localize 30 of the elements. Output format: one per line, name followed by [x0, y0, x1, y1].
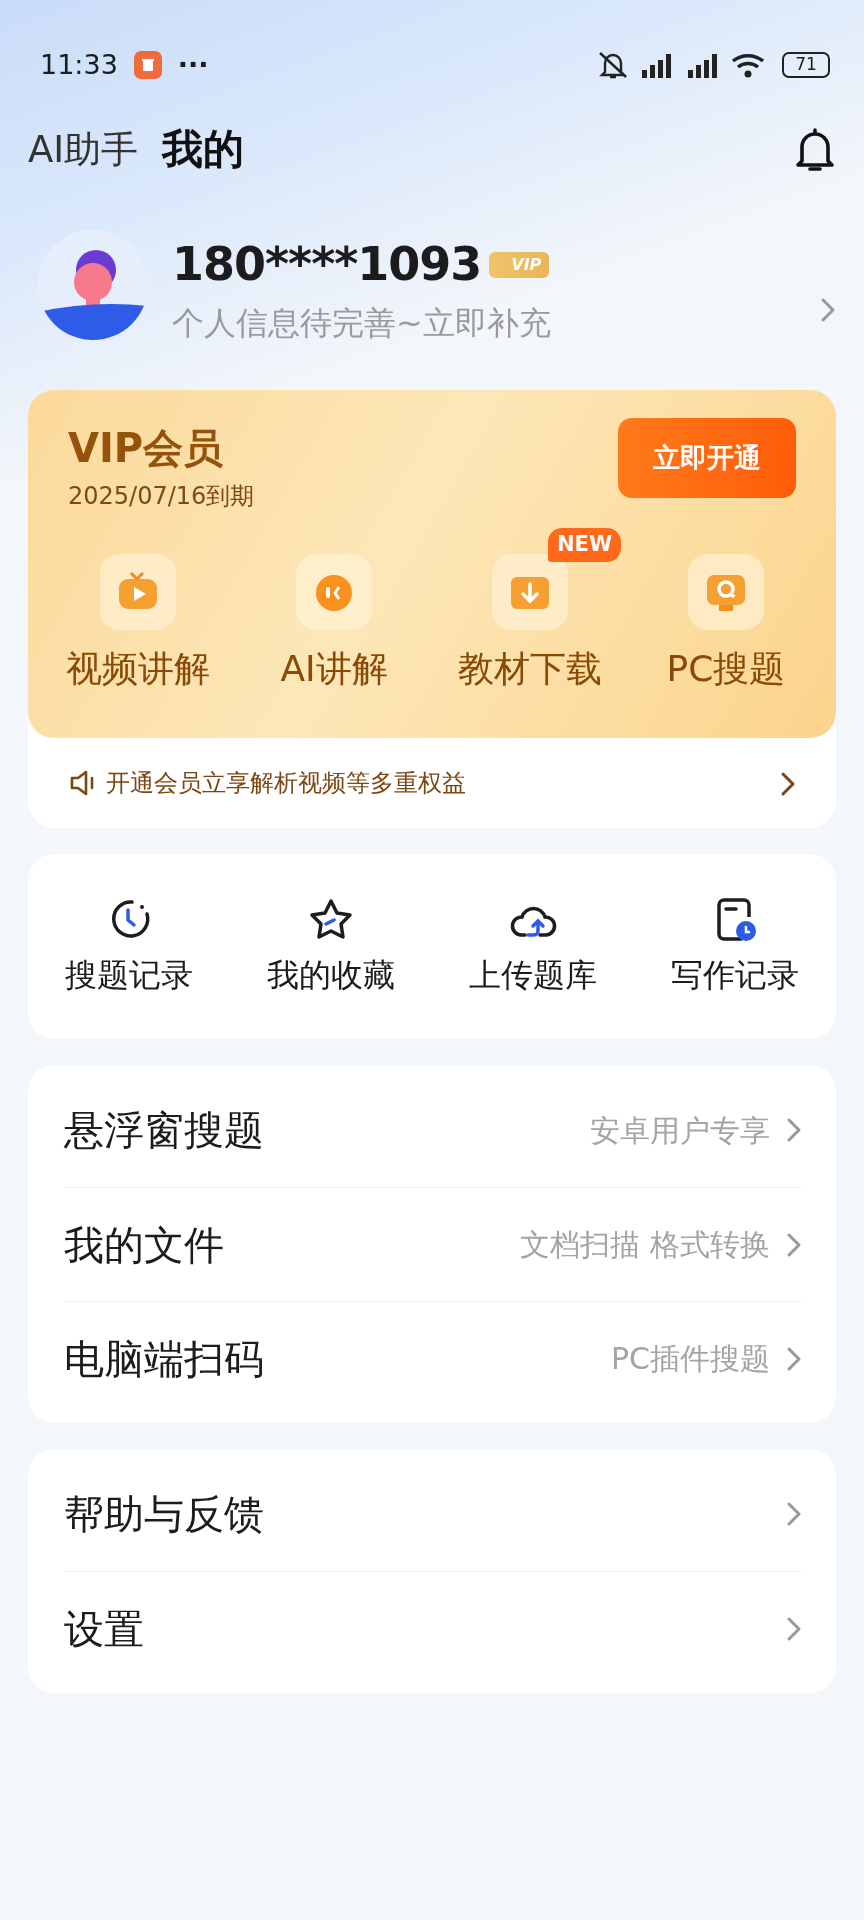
vip-badge: VIP [489, 251, 550, 278]
menu-hint: PC插件搜题 [610, 1340, 770, 1378]
chevron-right-icon[interactable] [780, 771, 796, 797]
vip-title: VIP会员 [68, 424, 225, 473]
phone-number: 180****1093 [172, 236, 482, 293]
tab[interactable]: 我的 [162, 119, 245, 181]
menu-item[interactable]: 我的文件 [64, 1214, 224, 1275]
app-notification-icon [133, 51, 162, 79]
more-notifications-text: ··· [177, 47, 209, 82]
menu-item[interactable]: 设置 [64, 1598, 144, 1659]
menu-item[interactable]: 电脑端扫码 [64, 1328, 264, 1389]
menu-item[interactable]: 悬浮窗搜题 [64, 1100, 264, 1160]
menu-hint: 安卓用户专享 [590, 1111, 770, 1150]
feature-label[interactable]: AI讲解 [236, 642, 432, 696]
feature-label[interactable]: PC搜题 [628, 642, 824, 696]
status-time: 11:33 [40, 47, 118, 82]
shortcut-label[interactable]: 我的收藏 [230, 950, 432, 999]
feature-label[interactable]: 教材下载 [432, 642, 628, 696]
menu-item[interactable]: 帮助与反馈 [64, 1484, 264, 1544]
new-badge: NEW [548, 528, 622, 562]
menu-hint: 文档扫描 格式转换 [520, 1226, 770, 1264]
feature-label[interactable]: 视频讲解 [40, 642, 236, 696]
tab[interactable]: AI助手 [28, 122, 139, 178]
shortcut-label[interactable]: 搜题记录 [28, 950, 230, 999]
notification-bell-icon[interactable] [794, 127, 836, 173]
battery-indicator: 71 [782, 52, 830, 78]
benefits-notice[interactable]: 开通会员立享解析视频等多重权益 [106, 765, 466, 801]
expiry-date: 2025/07/16到期 [68, 481, 255, 512]
shortcut-label[interactable]: 上传题库 [432, 950, 634, 999]
shortcut-label[interactable]: 写作记录 [634, 950, 836, 999]
